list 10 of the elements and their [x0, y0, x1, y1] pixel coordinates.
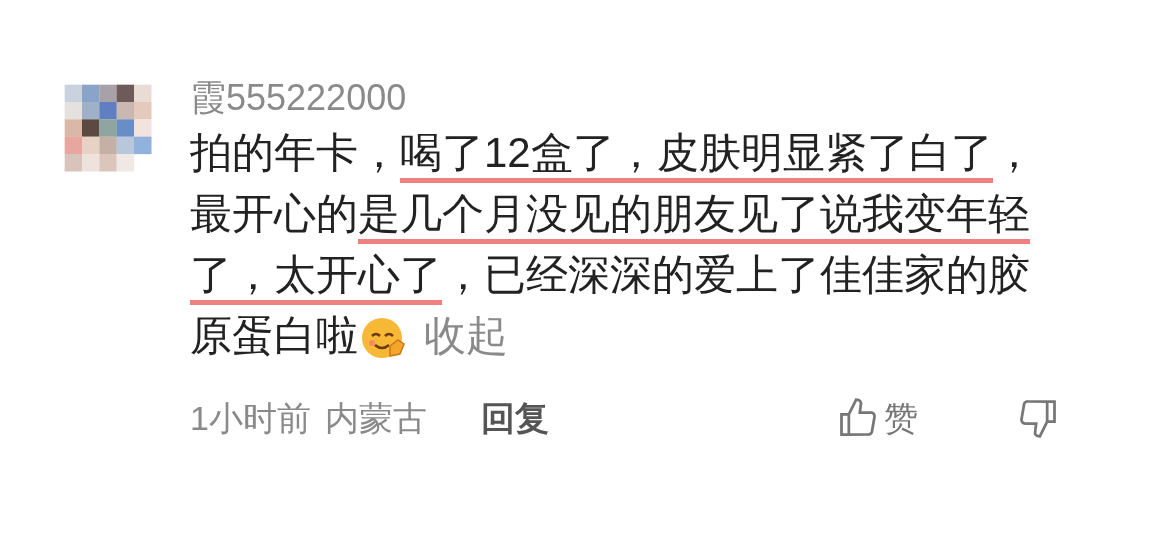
username[interactable]: 霞555222000 — [190, 76, 407, 120]
comment-text-line: 原蛋白啦 — [190, 311, 358, 361]
reply-button[interactable]: 回复 — [480, 396, 549, 440]
comment-text-line: 最开心的是几个月没见的朋友见了说我变年轻 — [190, 189, 1030, 244]
comment-text-line: 拍的年卡，喝了12盒了，皮肤明显紧了白了， — [190, 128, 1035, 183]
location: 内蒙古 — [324, 398, 427, 439]
collapse-link[interactable]: 收起 — [424, 311, 508, 361]
comment-text-line: 了，太开心了，已经深深的爱上了佳佳家的胶 — [190, 250, 1030, 305]
post-time: 1小时前 — [190, 398, 311, 439]
like-button[interactable]: 赞 — [836, 396, 918, 440]
